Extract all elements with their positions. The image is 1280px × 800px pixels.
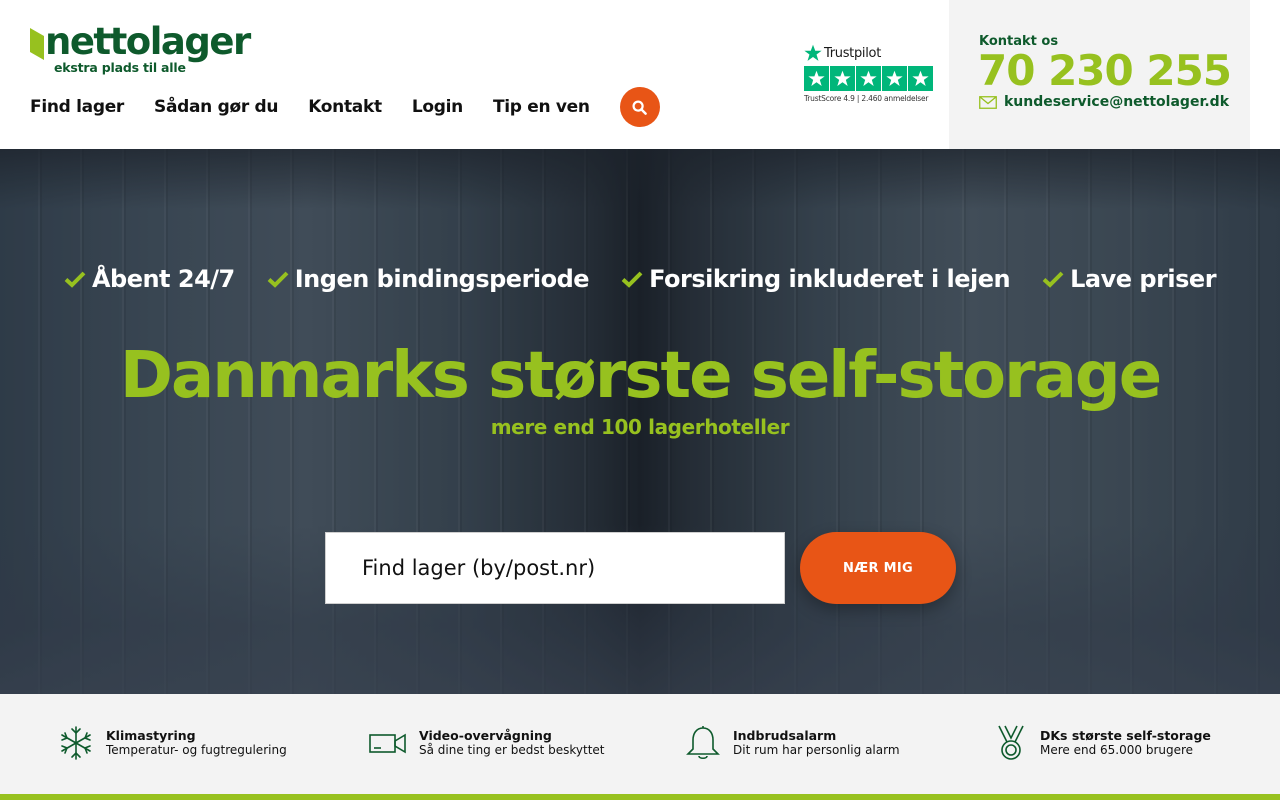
nav-item-tip-en-ven[interactable]: Tip en ven — [493, 97, 590, 117]
envelope-icon — [979, 95, 997, 109]
feature-item: Klimastyring Temperatur- og fugtreguleri… — [58, 725, 287, 761]
contact-phone[interactable]: 70 230 255 — [978, 46, 1232, 95]
bell-icon — [686, 726, 720, 760]
feature-description: Så dine ting er bedst beskyttet — [419, 743, 605, 757]
medal-icon — [998, 725, 1024, 760]
nav-item-saadan-goer-du[interactable]: Sådan gør du — [154, 97, 279, 117]
feature-item: DKs største self-storage Mere end 65.000… — [994, 725, 1211, 761]
usp-label: Lave priser — [1070, 265, 1217, 293]
star-icon — [856, 66, 881, 91]
logo[interactable]: nettolager ekstra plads til alle — [30, 20, 260, 78]
feature-bar: Klimastyring Temperatur- og fugtreguleri… — [0, 694, 1280, 794]
bottom-accent-bar — [0, 794, 1280, 800]
feature-item: Indbrudsalarm Dit rum har personlig alar… — [685, 725, 900, 761]
feature-description: Temperatur- og fugtregulering — [106, 743, 287, 757]
search-icon — [632, 99, 648, 115]
checkmark-icon — [621, 271, 643, 288]
usp-list: Åbent 24/7 Ingen bindingsperiode Forsikr… — [0, 265, 1280, 293]
feature-description: Dit rum har personlig alarm — [733, 743, 900, 757]
search-button[interactable] — [619, 87, 660, 127]
contact-box: Kontakt os 70 230 255 kundeservice@netto… — [949, 0, 1250, 149]
star-icon — [804, 66, 829, 91]
usp-label: Ingen bindingsperiode — [294, 265, 590, 293]
logo-mark-icon — [30, 28, 44, 60]
trustpilot-rating-stars — [804, 66, 936, 91]
video-camera-icon — [369, 733, 406, 754]
main-nav: Find lager Sådan gør du Kontakt Login Ti… — [30, 87, 660, 127]
find-storage-input[interactable]: Find lager (by/post.nr) — [325, 532, 785, 604]
hero-title: Danmarks største self-storage — [119, 339, 1162, 413]
trustpilot-name: Trustpilot — [824, 45, 882, 61]
feature-title: Klimastyring — [106, 728, 196, 743]
trustpilot-score: TrustScore 4.9 | 2.460 anmeldelser — [804, 93, 929, 103]
contact-email: kundeservice@nettolager.dk — [1004, 94, 1229, 110]
usp-item: Forsikring inkluderet i lejen — [621, 265, 1011, 293]
nav-item-kontakt[interactable]: Kontakt — [308, 97, 382, 117]
logo-wordmark: nettolager — [45, 20, 251, 63]
usp-label: Åbent 24/7 — [91, 265, 235, 293]
trustpilot-widget[interactable]: Trustpilot TrustScore 4.9 | 2.460 anmeld… — [804, 43, 936, 107]
near-me-button[interactable]: NÆR MIG — [800, 532, 956, 604]
feature-title: Video-overvågning — [419, 728, 552, 743]
feature-description: Mere end 65.000 brugere — [1040, 743, 1194, 757]
hero-section: Åbent 24/7 Ingen bindingsperiode Forsikr… — [0, 149, 1280, 694]
site-header: nettolager ekstra plads til alle Find la… — [0, 0, 1280, 149]
feature-item: Video-overvågning Så dine ting er bedst … — [369, 725, 605, 761]
usp-item: Åbent 24/7 — [64, 265, 235, 293]
star-icon — [882, 66, 907, 91]
nav-item-login[interactable]: Login — [412, 97, 463, 117]
checkmark-icon — [267, 271, 289, 288]
hero-subtitle: mere end 100 lagerhoteller — [490, 415, 790, 439]
usp-item: Lave priser — [1042, 265, 1217, 293]
star-icon — [830, 66, 855, 91]
trustpilot-star-icon — [804, 44, 822, 61]
logo-tagline: ekstra plads til alle — [54, 60, 186, 75]
contact-email-link[interactable]: kundeservice@nettolager.dk — [979, 94, 1229, 110]
snowflake-icon — [61, 726, 91, 760]
checkmark-icon — [64, 271, 86, 288]
feature-title: DKs største self-storage — [1040, 728, 1211, 743]
usp-label: Forsikring inkluderet i lejen — [649, 265, 1011, 293]
nav-item-find-lager[interactable]: Find lager — [30, 97, 124, 117]
usp-item: Ingen bindingsperiode — [267, 265, 590, 293]
star-icon — [908, 66, 933, 91]
checkmark-icon — [1042, 271, 1064, 288]
feature-title: Indbrudsalarm — [733, 728, 837, 743]
